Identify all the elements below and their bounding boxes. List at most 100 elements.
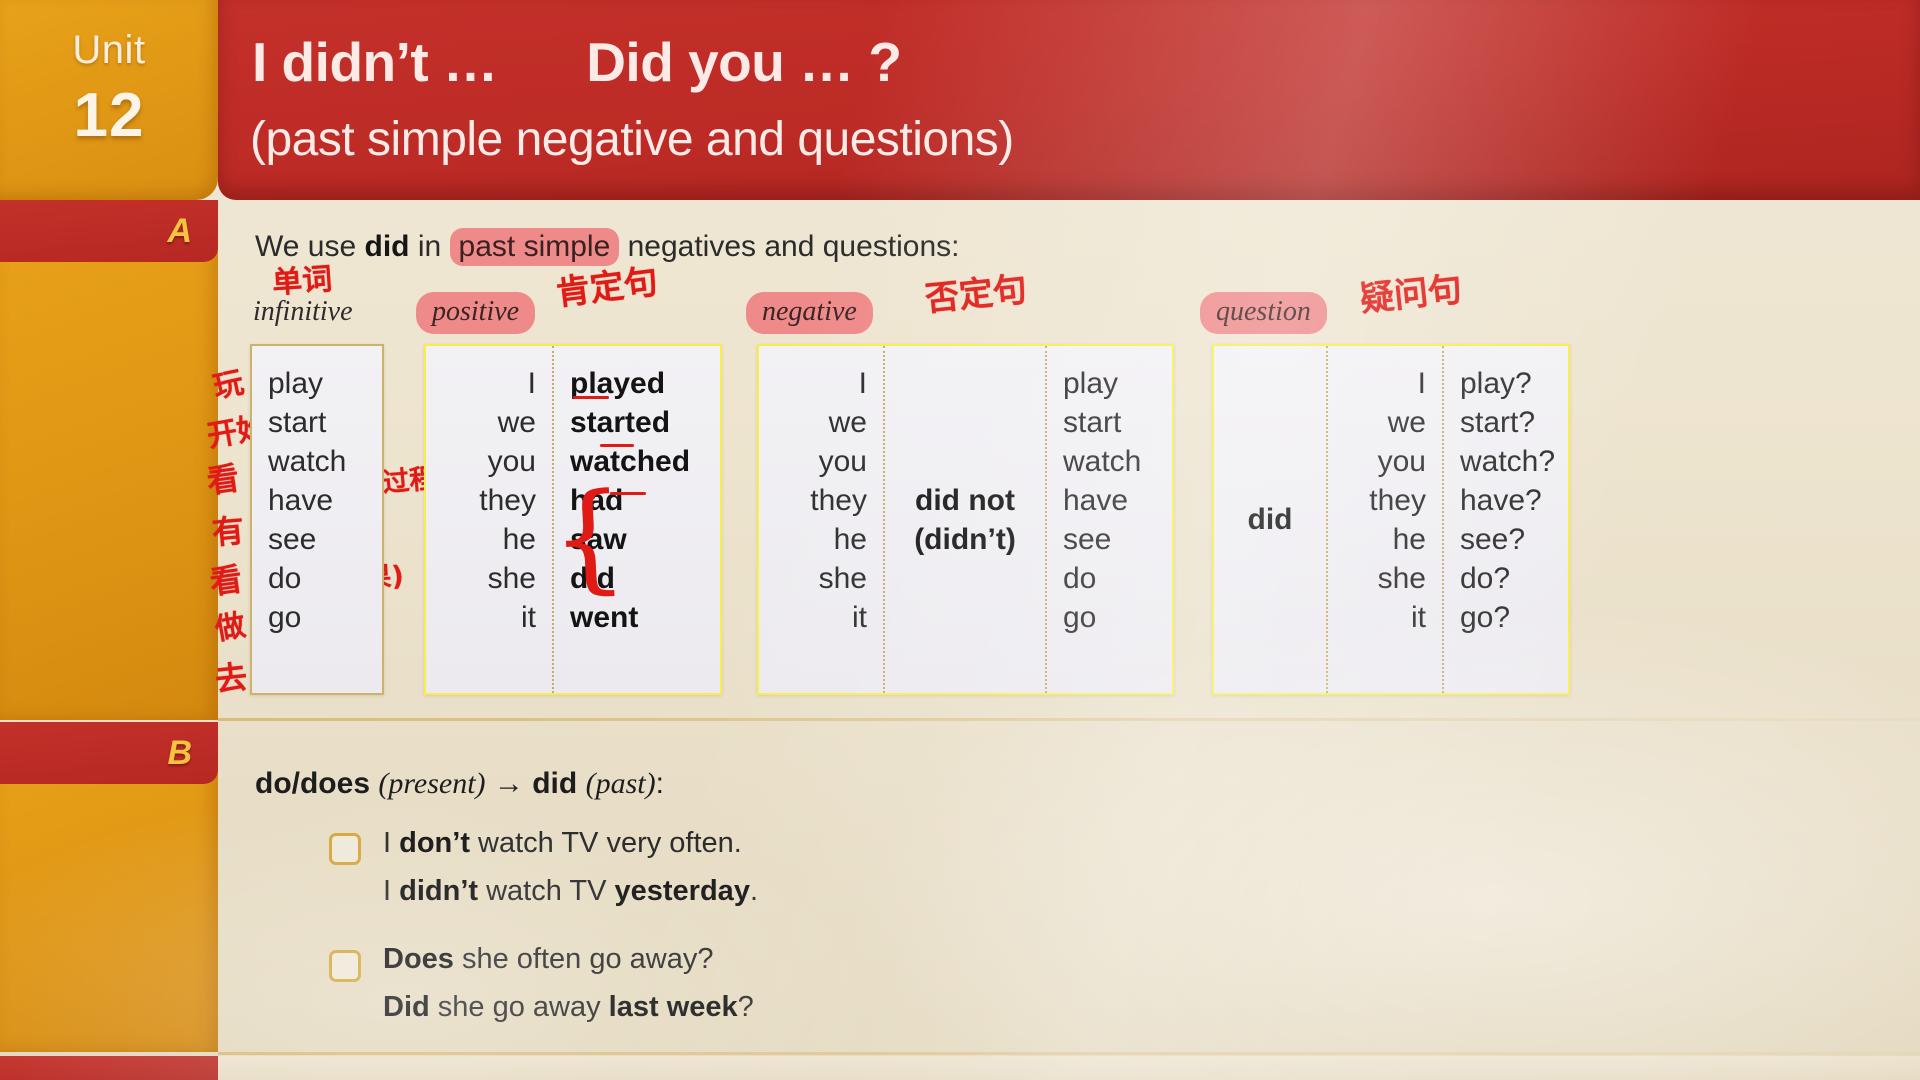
ex1l1-post: watch TV very often. bbox=[469, 827, 742, 859]
list-item: you bbox=[818, 445, 867, 478]
unit-number: 12 bbox=[73, 81, 145, 150]
annotation-qu: 去 bbox=[213, 657, 250, 699]
question-aux-list: did bbox=[1214, 500, 1326, 539]
ex1l2-pre: I bbox=[383, 875, 400, 907]
section-divider-b bbox=[218, 1052, 1920, 1055]
textbook-page: Unit 12 I didn’t … Did you … ? (past sim… bbox=[0, 0, 1920, 1080]
question-subject-list: Iwe you they he she it bbox=[1328, 364, 1442, 637]
list-item: she bbox=[818, 562, 867, 595]
list-item: go? bbox=[1460, 601, 1511, 634]
list-item: start bbox=[1063, 406, 1122, 439]
list-item: have? bbox=[1460, 484, 1542, 517]
ex2l2-bold: Did bbox=[383, 991, 430, 1023]
list-item: watch? bbox=[1460, 445, 1556, 478]
section-tab-b-letter: B bbox=[167, 734, 192, 772]
b-heading-do-does: do/does bbox=[255, 767, 371, 800]
ex1l2-bold: didn’t bbox=[399, 875, 479, 907]
intro-post: negatives and questions: bbox=[619, 230, 960, 263]
negative-aux-line2: (didn’t) bbox=[914, 522, 1016, 556]
question-aux: did bbox=[1214, 346, 1326, 693]
next-section-peek bbox=[218, 1056, 1920, 1080]
checkbox-example-1[interactable] bbox=[329, 833, 361, 865]
section-tab-a-letter: A bbox=[167, 212, 192, 250]
list-item: do bbox=[1063, 562, 1097, 595]
section-tab-a[interactable]: A bbox=[0, 200, 218, 720]
list-item: do? bbox=[1460, 562, 1511, 595]
annotation-kan: 看 bbox=[204, 458, 242, 501]
ex2l1-bold: Does bbox=[383, 943, 454, 975]
list-item: she bbox=[487, 562, 536, 595]
underline-played-ed bbox=[573, 396, 609, 399]
label-positive: positive bbox=[416, 292, 536, 334]
list-item: watch bbox=[268, 445, 347, 478]
list-item: I bbox=[527, 367, 536, 400]
list-item: she bbox=[1377, 562, 1426, 595]
negative-box: Iwe you they he she it did not (didn’t) play s… bbox=[757, 344, 1174, 695]
negative-subjects: Iwe you they he she it bbox=[759, 346, 883, 693]
list-item: have bbox=[1063, 484, 1129, 517]
list-item: he bbox=[502, 523, 536, 556]
section-divider-a bbox=[218, 718, 1920, 721]
question-box: did Iwe you they he she it play? start? watch? h… bbox=[1212, 344, 1570, 695]
section-tab-b[interactable]: B bbox=[0, 722, 218, 1052]
list-item: you bbox=[1377, 445, 1426, 478]
label-question: question bbox=[1200, 292, 1327, 334]
b-heading-past: (past) bbox=[585, 767, 656, 800]
list-item: he bbox=[833, 523, 867, 556]
intro-bold-did: did bbox=[364, 230, 410, 263]
list-item: started bbox=[570, 406, 671, 439]
list-item: we bbox=[497, 406, 536, 439]
example-1-line-2: I didn’t watch TV yesterday. bbox=[383, 875, 758, 908]
question-verb-list: play? start? watch? have? see? do? go? bbox=[1444, 364, 1564, 637]
annotation-you: 有 bbox=[210, 511, 246, 552]
list-item: they bbox=[479, 484, 536, 517]
infinitive-list: play start watch have see do go bbox=[252, 364, 378, 637]
list-item: play bbox=[1063, 367, 1119, 400]
label-infinitive: infinitive bbox=[253, 296, 353, 327]
list-item: have bbox=[268, 484, 334, 517]
list-item: see bbox=[268, 523, 317, 556]
list-item: play bbox=[268, 367, 324, 400]
list-item: he bbox=[1392, 523, 1426, 556]
question-subjects: Iwe you they he she it bbox=[1326, 346, 1442, 693]
list-item: go bbox=[1063, 601, 1097, 634]
list-item: we bbox=[1387, 406, 1426, 439]
example-2-line-1: Does she often go away? bbox=[383, 943, 714, 976]
ex1l2-post: . bbox=[749, 875, 759, 907]
b-heading-present: (present) bbox=[378, 767, 486, 800]
ex1l1-pre: I bbox=[383, 827, 400, 859]
ex1l2-mid: watch TV bbox=[478, 875, 615, 907]
list-item: watch bbox=[1063, 445, 1142, 478]
list-item: they bbox=[1369, 484, 1426, 517]
question-aux-did: did bbox=[1247, 503, 1293, 536]
example-1-line-1: I don’t watch TV very often. bbox=[383, 827, 742, 860]
page-title-line2: (past simple negative and questions) bbox=[250, 113, 1014, 166]
infinitive-box: play start watch have see do go bbox=[250, 344, 384, 695]
ex2l2-bold2: last week bbox=[608, 991, 738, 1023]
page-title-line1: I didn’t … Did you … ? bbox=[252, 31, 902, 93]
unit-label: Unit bbox=[72, 28, 146, 72]
b-heading-colon: : bbox=[655, 767, 664, 800]
list-item: play? bbox=[1460, 367, 1532, 400]
negative-aux-list: did not (didn’t) bbox=[885, 481, 1045, 559]
negative-aux: did not (didn’t) bbox=[883, 346, 1045, 693]
b-heading-did: did bbox=[532, 767, 578, 800]
list-item: see? bbox=[1460, 523, 1526, 556]
example-2-line-2: Did she go away last week? bbox=[383, 991, 754, 1024]
list-item: start? bbox=[1460, 406, 1536, 439]
infinitive-column: play start watch have see do go bbox=[252, 346, 378, 693]
section-tab-c-cap bbox=[0, 1056, 218, 1080]
list-item: see bbox=[1063, 523, 1112, 556]
label-negative: negative bbox=[746, 292, 873, 334]
irregular-verbs-brace: { bbox=[547, 466, 630, 608]
underline-started-ed bbox=[600, 444, 634, 447]
list-item: start bbox=[268, 406, 327, 439]
section-tab-c-partial[interactable] bbox=[0, 1056, 218, 1080]
checkbox-example-2[interactable] bbox=[329, 950, 361, 982]
list-item: it bbox=[1411, 601, 1426, 634]
list-item: they bbox=[810, 484, 867, 517]
b-heading-arrow: → bbox=[493, 767, 524, 800]
annotation-kan2: 看 bbox=[207, 559, 245, 602]
ex1l2-bold2: yesterday bbox=[614, 875, 750, 907]
positive-subject-list: Iwe you they he she it bbox=[426, 364, 552, 637]
